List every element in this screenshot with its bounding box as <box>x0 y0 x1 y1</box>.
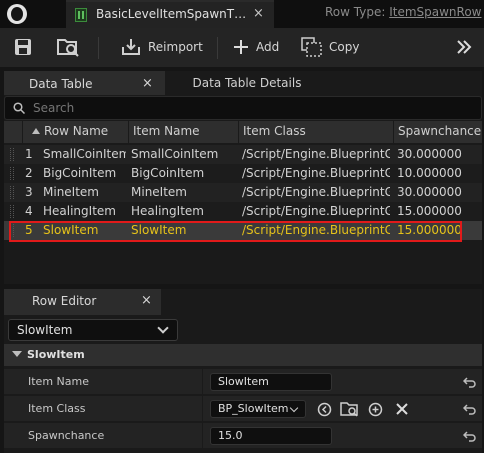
toolbar-overflow-button[interactable] <box>455 36 473 58</box>
reset-arrow-icon[interactable] <box>463 429 477 443</box>
cell-row-name: HealingItem <box>43 204 116 218</box>
browse-button[interactable] <box>56 36 80 58</box>
cell-item-class: /Script/Engine.BlueprintGen <box>242 204 390 218</box>
close-icon[interactable]: × <box>253 6 264 21</box>
add-button[interactable]: Add <box>232 36 279 58</box>
table-row[interactable]: 1 SmallCoinItem SmallCoinItem/Script/Engin… <box>4 145 482 164</box>
cell-index: 4 <box>25 204 33 218</box>
cell-item-class: /Script/Engine.BlueprintGen <box>242 166 390 180</box>
tab-data-table-details-label: Data Table Details <box>192 76 302 90</box>
property-row-item-class: Item Class BP_SlowItem <box>4 396 482 422</box>
spawnchance-field[interactable]: 15.0 <box>210 427 332 445</box>
copy-label: Copy <box>329 40 360 54</box>
row-drag-handle[interactable] <box>10 148 14 161</box>
row-type-value: ItemSpawnRow <box>389 5 482 19</box>
row-drag-handle[interactable] <box>10 167 14 180</box>
reimport-icon <box>122 39 140 55</box>
selection-outline <box>9 221 462 242</box>
table-row[interactable]: 2 BigCoinItem BigCoinItem/Script/Engine.Bl… <box>4 164 482 183</box>
add-circle-icon[interactable] <box>368 402 383 417</box>
close-icon[interactable]: × <box>141 293 152 308</box>
clear-icon[interactable] <box>395 402 409 416</box>
search-bar <box>4 96 482 120</box>
copy-icon <box>301 37 322 57</box>
item-class-value: BP_SlowItem <box>218 402 289 415</box>
row-editor-panel: Row Editor × SlowItem SlowItem Item Name… <box>4 289 482 453</box>
column-header-item-name[interactable]: Item Name <box>133 124 200 138</box>
cell-row-name: BigCoinItem <box>43 166 117 180</box>
cell-item-class: /Script/Engine.BlueprintGen <box>242 147 390 161</box>
cell-spawnchance: 15.000000 <box>397 204 462 218</box>
cell-item-name: MineItem <box>131 185 187 199</box>
add-icon <box>234 40 248 54</box>
table-row[interactable]: 4 HealingItem HealingItem/Script/Engine.Bl… <box>4 202 482 221</box>
column-header-row-name[interactable]: Row Name <box>44 124 108 138</box>
row-select-value: SlowItem <box>17 323 73 337</box>
row-select-dropdown[interactable]: SlowItem <box>8 319 178 341</box>
table-header: Row Name Item Name Item Class Spawnchanc… <box>4 121 482 143</box>
browse-icon <box>57 39 79 57</box>
add-label: Add <box>256 40 280 54</box>
copy-button[interactable]: Copy <box>301 36 359 58</box>
item-class-label: Item Class <box>28 402 86 415</box>
property-row-item-name: Item Name SlowItem <box>4 369 482 395</box>
cell-row-name: SmallCoinItem <box>43 147 126 161</box>
save-button[interactable] <box>14 36 32 58</box>
cell-index: 3 <box>25 185 33 199</box>
row-type-label: Row Type: <box>325 5 386 19</box>
cell-row-name: MineItem <box>43 185 99 199</box>
chevron-down-icon <box>157 322 169 334</box>
use-selected-icon[interactable] <box>317 402 332 417</box>
unreal-logo-icon[interactable] <box>7 4 27 24</box>
item-name-field[interactable]: SlowItem <box>210 373 332 391</box>
reset-arrow-icon[interactable] <box>463 402 477 416</box>
document-tab-title: BasicLevelItemSpawnT… <box>96 7 246 21</box>
close-icon[interactable]: × <box>142 76 153 91</box>
category-label: SlowItem <box>27 348 85 361</box>
save-icon <box>15 39 31 55</box>
search-input[interactable] <box>33 100 433 116</box>
tab-data-table-details[interactable]: Data Table Details <box>172 71 322 95</box>
item-name-label: Item Name <box>28 375 89 388</box>
reset-arrow-icon[interactable] <box>463 375 477 389</box>
document-tab[interactable]: BasicLevelItemSpawnT… × <box>66 0 274 28</box>
row-drag-handle[interactable] <box>10 186 14 199</box>
table-row[interactable]: 3 MineItem MineItem/Script/Engine.Blueprin… <box>4 183 482 202</box>
item-class-dropdown[interactable]: BP_SlowItem <box>210 400 306 418</box>
reimport-label: Reimport <box>148 40 203 54</box>
browse-asset-icon[interactable] <box>340 401 359 417</box>
search-icon <box>13 102 25 114</box>
datatable-icon <box>75 8 87 22</box>
tab-data-table[interactable]: Data Table × <box>4 71 165 95</box>
category-header[interactable]: SlowItem <box>4 344 482 366</box>
title-bar: BasicLevelItemSpawnT… × Row Type: ItemSp… <box>0 0 484 28</box>
spawnchance-label: Spawnchance <box>28 429 105 442</box>
tab-row-editor[interactable]: Row Editor × <box>4 289 161 315</box>
cell-spawnchance: 30.000000 <box>397 147 462 161</box>
chevron-down-icon <box>289 403 299 413</box>
cell-item-name: HealingItem <box>131 204 204 218</box>
cell-item-name: SmallCoinItem <box>131 147 219 161</box>
cell-spawnchance: 10.000000 <box>397 166 462 180</box>
toolbar: Reimport Add Copy <box>0 28 484 67</box>
tab-row-editor-label: Row Editor <box>32 294 97 308</box>
row-drag-handle[interactable] <box>10 205 14 218</box>
cell-index: 1 <box>25 147 33 161</box>
collapse-triangle-icon[interactable] <box>12 351 22 357</box>
cell-item-name: BigCoinItem <box>131 166 205 180</box>
reimport-button[interactable]: Reimport <box>120 36 203 58</box>
column-header-spawnchance[interactable]: Spawnchance <box>398 124 481 138</box>
cell-item-class: /Script/Engine.BlueprintGen <box>242 185 390 199</box>
sort-arrow-icon[interactable] <box>32 127 40 135</box>
column-header-item-class[interactable]: Item Class <box>243 124 306 138</box>
tab-data-table-label: Data Table <box>29 77 93 91</box>
row-type-info: Row Type: ItemSpawnRow <box>325 5 481 19</box>
cell-spawnchance: 30.000000 <box>397 185 462 199</box>
overflow-chevrons-icon <box>457 40 472 54</box>
cell-index: 2 <box>25 166 33 180</box>
property-row-spawnchance: Spawnchance 15.0 <box>4 423 482 449</box>
